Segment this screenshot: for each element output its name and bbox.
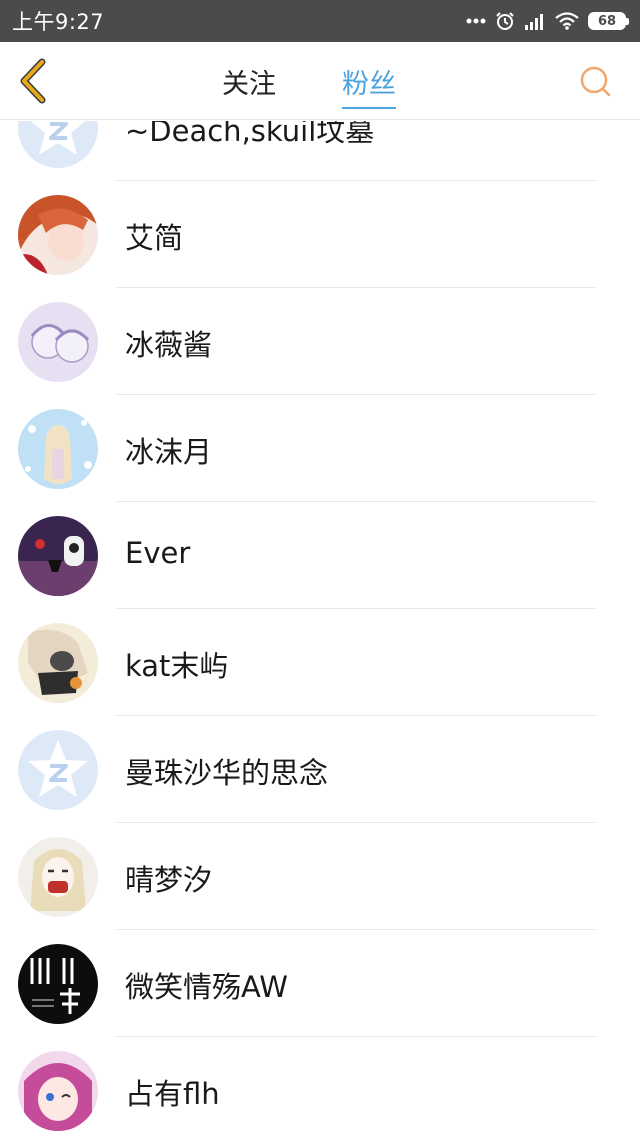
fan-name: 晴梦汐 bbox=[125, 863, 213, 897]
fans-list[interactable]: ~Deach,skuil坟墓 艾简 冰薇酱 冰沫月 Ever kat末屿 曼珠沙… bbox=[0, 121, 640, 1138]
fan-name: 微笑情殇AW bbox=[125, 970, 288, 1004]
user-avatar-image bbox=[18, 1051, 98, 1131]
tab-following[interactable]: 关注 bbox=[222, 62, 276, 107]
fan-name: 占有flh bbox=[125, 1077, 220, 1111]
list-item[interactable]: 晴梦汐 bbox=[0, 823, 640, 930]
user-avatar-image bbox=[18, 302, 98, 382]
wifi-icon bbox=[555, 12, 579, 30]
search-icon bbox=[580, 66, 611, 97]
dots-icon bbox=[466, 18, 486, 24]
user-avatar-image bbox=[18, 195, 98, 275]
fan-name: 曼珠沙华的思念 bbox=[125, 756, 329, 790]
user-avatar-image bbox=[18, 623, 98, 703]
battery-icon: 68 bbox=[588, 12, 629, 30]
tab-fans[interactable]: 粉丝 bbox=[342, 62, 396, 109]
list-item[interactable]: 冰沫月 bbox=[0, 395, 640, 502]
user-avatar-image bbox=[18, 516, 98, 596]
list-item[interactable]: Ever bbox=[0, 502, 640, 609]
status-time: 上午9:27 bbox=[12, 10, 105, 34]
default-avatar-icon bbox=[18, 121, 98, 168]
fan-name: kat末屿 bbox=[125, 649, 229, 683]
fan-name: Ever bbox=[125, 536, 191, 570]
user-avatar-image bbox=[18, 944, 98, 1024]
header: 关注 粉丝 bbox=[0, 42, 640, 120]
default-avatar-icon bbox=[18, 730, 98, 810]
user-avatar-image bbox=[18, 837, 98, 917]
list-item[interactable]: 艾简 bbox=[0, 181, 640, 288]
user-avatar-image bbox=[18, 409, 98, 489]
list-item[interactable]: 占有flh bbox=[0, 1037, 640, 1138]
battery-level: 68 bbox=[597, 13, 617, 29]
list-item[interactable]: 冰薇酱 bbox=[0, 288, 640, 395]
tab-bar: 关注 粉丝 bbox=[0, 42, 640, 120]
search-button[interactable] bbox=[578, 64, 614, 100]
fans-list-content: ~Deach,skuil坟墓 艾简 冰薇酱 冰沫月 Ever kat末屿 曼珠沙… bbox=[0, 121, 640, 1138]
fan-name: ~Deach,skuil坟墓 bbox=[125, 121, 375, 148]
fan-name: 冰沫月 bbox=[125, 435, 213, 469]
status-bar: 上午9:27 68 bbox=[0, 0, 640, 42]
fan-name: 艾简 bbox=[125, 221, 184, 255]
list-item[interactable]: 曼珠沙华的思念 bbox=[0, 716, 640, 823]
list-item[interactable]: kat末屿 bbox=[0, 609, 640, 716]
list-item[interactable]: 微笑情殇AW bbox=[0, 930, 640, 1037]
list-item[interactable]: ~Deach,skuil坟墓 bbox=[0, 121, 640, 181]
fan-name: 冰薇酱 bbox=[125, 328, 213, 362]
signal-icon bbox=[525, 14, 543, 30]
alarm-icon bbox=[496, 12, 514, 30]
status-icons: 68 bbox=[466, 11, 629, 31]
